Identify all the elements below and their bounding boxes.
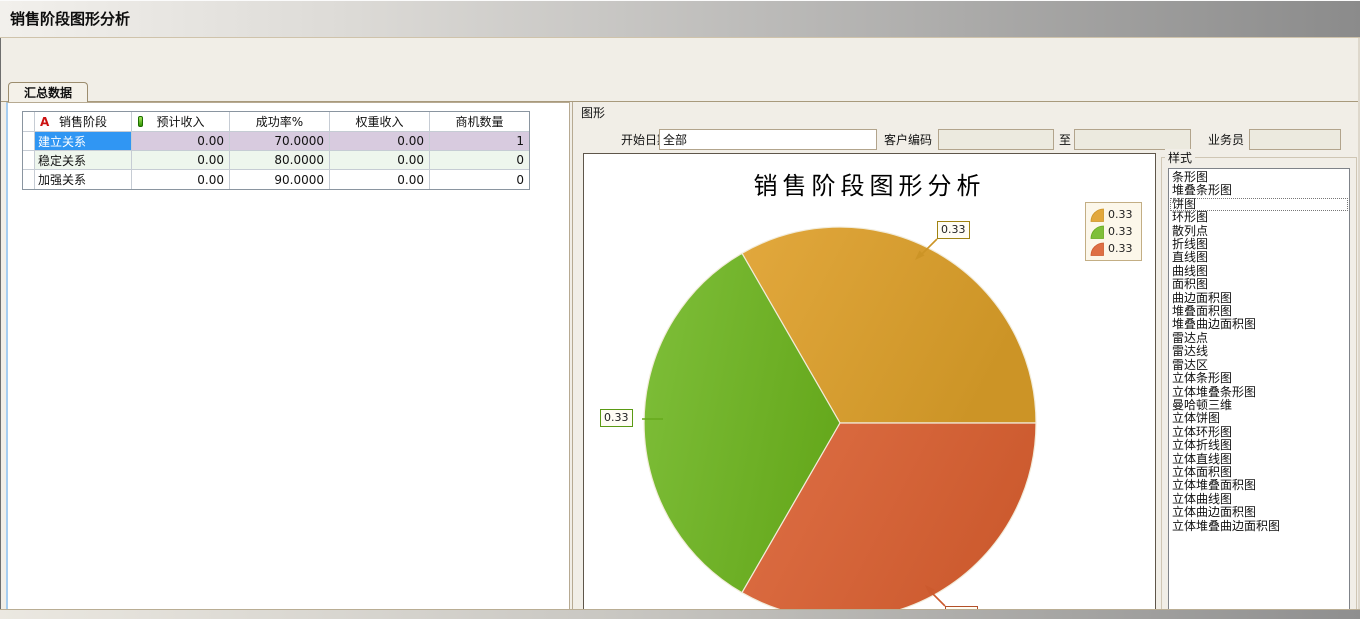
column-header-success-rate[interactable]: 成功率% [230, 112, 330, 132]
start-date-input[interactable] [659, 129, 877, 150]
table-row[interactable]: 建立关系0.0070.00000.001 [23, 132, 529, 151]
style-list-item[interactable]: 曲边面积图 [1170, 292, 1348, 305]
pie-chart [584, 154, 1157, 619]
style-list-item[interactable]: 堆叠条形图 [1170, 184, 1348, 197]
chart-title: 销售阶段图形分析 [584, 166, 1155, 201]
legend-value: 0.33 [1108, 242, 1133, 255]
row-indicator-cell[interactable] [23, 132, 35, 151]
style-list-item[interactable]: 雷达线 [1170, 345, 1348, 358]
table-header-row: A 销售阶段 预计收入 成功率% 权重收入 商机数量 [23, 112, 529, 132]
value-cell[interactable]: 90.0000 [230, 170, 330, 189]
value-cell[interactable]: 0.00 [132, 132, 230, 151]
summary-panel: A 销售阶段 预计收入 成功率% 权重收入 商机数量 建立关系0.0070.00… [6, 102, 570, 619]
value-cell[interactable]: 0 [430, 170, 529, 189]
style-list-item[interactable]: 饼图 [1170, 198, 1348, 211]
style-list-item[interactable]: 雷达点 [1170, 332, 1348, 345]
legend-value: 0.33 [1108, 225, 1133, 238]
stage-cell[interactable]: 加强关系 [35, 170, 132, 189]
value-cell[interactable]: 0 [430, 151, 529, 170]
table-row[interactable]: 稳定关系0.0080.00000.000 [23, 151, 529, 170]
legend-value: 0.33 [1108, 208, 1133, 221]
style-list-item[interactable]: 折线图 [1170, 238, 1348, 251]
legend-entry: 0.33 [1090, 206, 1137, 223]
column-header-label: 成功率% [256, 113, 303, 130]
sales-stage-analysis-window: { "window": { "title": "销售阶段图形分析" }, "ta… [0, 0, 1360, 619]
column-header-stage[interactable]: A 销售阶段 [35, 112, 132, 132]
green-bar-icon [138, 116, 143, 127]
salesman-input[interactable] [1249, 129, 1341, 150]
value-cell[interactable]: 70.0000 [230, 132, 330, 151]
stage-cell[interactable]: 稳定关系 [35, 151, 132, 170]
window-titlebar: 销售阶段图形分析 [0, 0, 1360, 38]
column-header-opportunity-count[interactable]: 商机数量 [430, 112, 529, 132]
tab-label: 汇总数据 [24, 84, 72, 101]
legend-swatch [1090, 208, 1104, 222]
style-list-item[interactable]: 立体曲边面积图 [1170, 506, 1348, 519]
style-list-item[interactable]: 立体饼图 [1170, 412, 1348, 425]
pie-chart-area: 销售阶段图形分析 0.33 0.33 0.33 0.33 0.33 0.33 [583, 153, 1156, 619]
legend-entry: 0.33 [1090, 223, 1137, 240]
style-list-item[interactable]: 立体条形图 [1170, 372, 1348, 385]
customer-code-to-input[interactable] [1074, 129, 1191, 150]
window-left-edge [0, 38, 1, 619]
column-header-label: 销售阶段 [59, 113, 107, 130]
window-title: 销售阶段图形分析 [10, 8, 130, 29]
style-list-item[interactable]: 立体堆叠面积图 [1170, 479, 1348, 492]
column-header-label: 商机数量 [455, 113, 503, 130]
graph-panel-caption: 图形 [581, 104, 605, 121]
main-area: 汇总数据 A 销售阶段 预计收入 成功率% 权重收入 [0, 38, 1360, 609]
window-bottom-strip [0, 609, 1360, 619]
salesman-label: 业务员 [1208, 130, 1244, 151]
style-caption: 样式 [1165, 149, 1195, 166]
style-list-item[interactable]: 环形图 [1170, 211, 1348, 224]
value-cell[interactable]: 0.00 [330, 151, 430, 170]
style-list-item[interactable]: 立体直线图 [1170, 453, 1348, 466]
customer-code-label: 客户编码 [884, 130, 932, 151]
tab-summary-data[interactable]: 汇总数据 [8, 82, 88, 102]
red-letter-a-icon: A [40, 116, 49, 128]
slice-value-callout: 0.33 [937, 221, 970, 239]
value-cell[interactable]: 0.00 [132, 170, 230, 189]
table-row[interactable]: 加强关系0.0090.00000.000 [23, 170, 529, 189]
summary-table: A 销售阶段 预计收入 成功率% 权重收入 商机数量 建立关系0.0070.00… [22, 111, 530, 190]
value-cell[interactable]: 1 [430, 132, 529, 151]
column-header-label: 权重收入 [355, 113, 403, 130]
row-indicator-cell[interactable] [23, 151, 35, 170]
legend-entry: 0.33 [1090, 240, 1137, 257]
legend-swatch [1090, 242, 1104, 256]
graph-panel: 图形 开始日期 客户编码 至 业务员 销售阶段图形分析 0.33 0.33 0.… [572, 102, 1358, 619]
to-label: 至 [1059, 130, 1071, 151]
column-header-weighted-income[interactable]: 权重收入 [330, 112, 430, 132]
style-list-item[interactable]: 堆叠面积图 [1170, 305, 1348, 318]
style-list-item[interactable]: 直线图 [1170, 251, 1348, 264]
row-indicator-header[interactable] [23, 112, 35, 132]
column-header-label: 预计收入 [156, 113, 204, 130]
value-cell[interactable]: 0.00 [330, 132, 430, 151]
row-indicator-cell[interactable] [23, 170, 35, 189]
style-list-item[interactable]: 立体堆叠曲边面积图 [1170, 520, 1348, 533]
style-list-item[interactable]: 曲线图 [1170, 265, 1348, 278]
value-cell[interactable]: 80.0000 [230, 151, 330, 170]
value-cell[interactable]: 0.00 [132, 151, 230, 170]
slice-value-callout: 0.33 [600, 409, 633, 427]
chart-legend: 0.33 0.33 0.33 [1085, 202, 1142, 261]
chart-style-list: 条形图堆叠条形图饼图环形图散列点折线图直线图曲线图面积图曲边面积图堆叠面积图堆叠… [1168, 168, 1350, 619]
legend-swatch [1090, 225, 1104, 239]
style-list-item[interactable]: 面积图 [1170, 278, 1348, 291]
customer-code-input[interactable] [938, 129, 1054, 150]
style-list-item[interactable]: 立体折线图 [1170, 439, 1348, 452]
value-cell[interactable]: 0.00 [330, 170, 430, 189]
style-list-item[interactable]: 立体堆叠条形图 [1170, 386, 1348, 399]
style-list-item[interactable]: 堆叠曲边面积图 [1170, 318, 1348, 331]
style-list-item[interactable]: 条形图 [1170, 171, 1348, 184]
column-header-expected-income[interactable]: 预计收入 [132, 112, 230, 132]
stage-cell[interactable]: 建立关系 [35, 132, 132, 151]
